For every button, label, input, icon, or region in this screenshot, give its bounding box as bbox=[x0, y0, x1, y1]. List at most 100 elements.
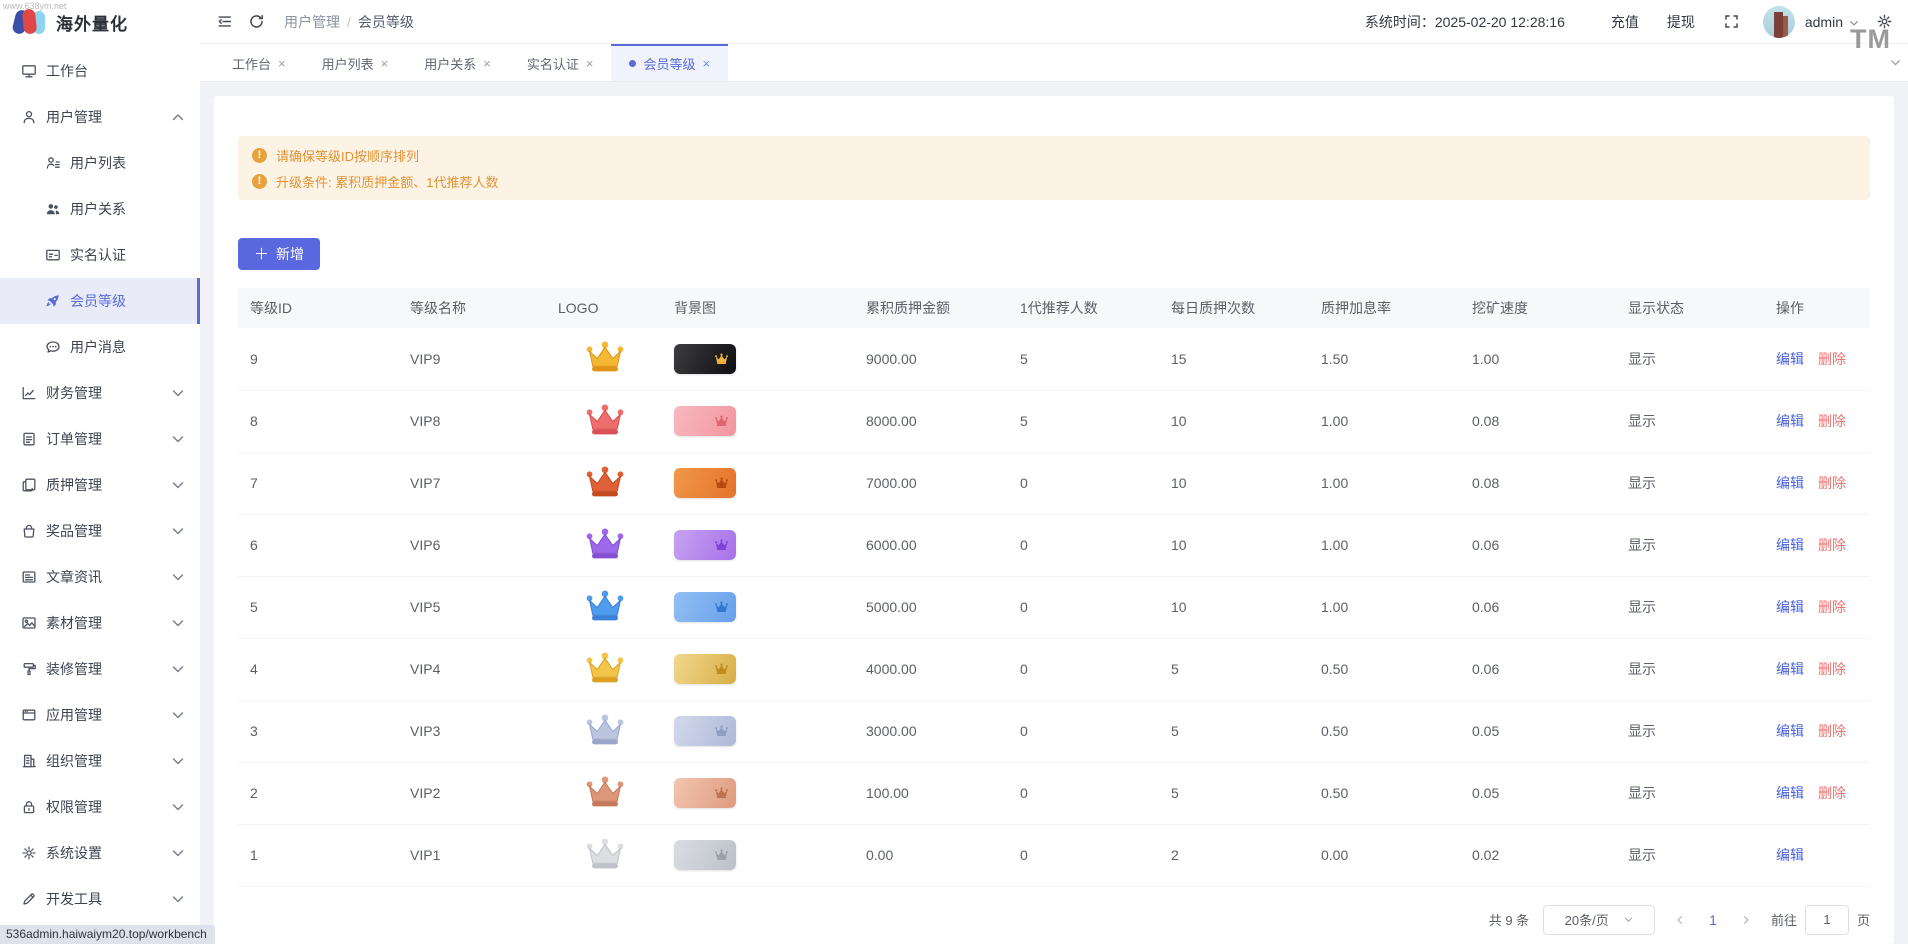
tab-workbench[interactable]: 工作台 × bbox=[214, 44, 304, 81]
edit-link[interactable]: 编辑 bbox=[1776, 723, 1804, 739]
image-icon bbox=[20, 615, 37, 632]
delete-link[interactable]: 删除 bbox=[1818, 785, 1846, 801]
referral-count: 5 bbox=[1008, 328, 1159, 391]
lock-icon bbox=[20, 799, 37, 816]
referral-count: 0 bbox=[1008, 514, 1159, 577]
monitor-icon bbox=[20, 63, 37, 80]
level-logo bbox=[584, 837, 626, 871]
chevron-down-icon bbox=[169, 891, 186, 908]
goto-page-input[interactable] bbox=[1804, 904, 1849, 935]
delete-link[interactable]: 删除 bbox=[1818, 351, 1846, 367]
row-actions: 编辑 删除 bbox=[1764, 762, 1870, 825]
main-region: 用户管理 / 会员等级 系统时间：2025-02-20 12:28:16 充值 提现… bbox=[200, 0, 1908, 944]
chip-crown-icon bbox=[715, 477, 728, 489]
mining-speed: 0.06 bbox=[1460, 514, 1616, 577]
edit-link[interactable]: 编辑 bbox=[1776, 785, 1804, 801]
page-size-select[interactable]: 20条/页 bbox=[1543, 904, 1656, 935]
sidebar-item-finance[interactable]: 财务管理 bbox=[0, 370, 200, 416]
column-header: 操作 bbox=[1764, 288, 1870, 328]
tab-real-name-auth[interactable]: 实名认证 × bbox=[509, 44, 612, 81]
recharge-button[interactable]: 充值 bbox=[1611, 12, 1639, 32]
tab-close-icon[interactable]: × bbox=[381, 56, 389, 71]
sidebar-item-materials[interactable]: 素材管理 bbox=[0, 600, 200, 646]
display-status: 显示 bbox=[1616, 700, 1764, 763]
delete-link[interactable]: 删除 bbox=[1818, 537, 1846, 553]
id-card-icon bbox=[44, 247, 61, 264]
tab-user-relations[interactable]: 用户关系 × bbox=[406, 44, 509, 81]
sidebar-item-apps[interactable]: 应用管理 bbox=[0, 692, 200, 738]
edit-link[interactable]: 编辑 bbox=[1776, 413, 1804, 429]
tabs: 工作台 × 用户列表 × 用户关系 × 实名认证 × 会员等级 × bbox=[200, 44, 729, 81]
add-level-button[interactable]: ＋ 新增 bbox=[238, 238, 321, 270]
delete-link[interactable]: 删除 bbox=[1818, 599, 1846, 615]
chip-crown-icon bbox=[715, 663, 728, 675]
tab-member-level[interactable]: 会员等级 × bbox=[611, 44, 729, 81]
edit-link[interactable]: 编辑 bbox=[1776, 537, 1804, 553]
edit-link[interactable]: 编辑 bbox=[1776, 661, 1804, 677]
top-header: 用户管理 / 会员等级 系统时间：2025-02-20 12:28:16 充值 提现… bbox=[200, 0, 1908, 44]
sidebar-item-settings[interactable]: 系统设置 bbox=[0, 830, 200, 876]
edit-link[interactable]: 编辑 bbox=[1776, 847, 1804, 863]
delete-link[interactable]: 删除 bbox=[1818, 723, 1846, 739]
column-header: 每日质押次数 bbox=[1159, 288, 1309, 328]
collapse-sidebar-icon[interactable] bbox=[216, 13, 234, 31]
warning-alert: ! 请确保等级ID按顺序排列 ! 升级条件: 累积质押金额、1代推荐人数 bbox=[238, 136, 1870, 200]
background-image-chip bbox=[674, 840, 736, 870]
current-page[interactable]: 1 bbox=[1705, 912, 1721, 928]
sidebar-item-permissions[interactable]: 权限管理 bbox=[0, 784, 200, 830]
sidebar-item-user-relations[interactable]: 用户关系 bbox=[0, 186, 200, 232]
edit-link[interactable]: 编辑 bbox=[1776, 475, 1804, 491]
chevron-down-icon bbox=[169, 845, 186, 862]
chevron-down-icon bbox=[169, 431, 186, 448]
pagination-total: 共 9 条 bbox=[1488, 913, 1530, 928]
refresh-icon[interactable] bbox=[248, 13, 266, 31]
sidebar-item-decoration[interactable]: 装修管理 bbox=[0, 646, 200, 692]
background-image-chip bbox=[674, 406, 736, 436]
chart-icon bbox=[20, 385, 37, 402]
sidebar-item-user-management[interactable]: 用户管理 bbox=[0, 94, 200, 140]
crown-icon bbox=[586, 403, 624, 434]
level-id: 3 bbox=[238, 700, 398, 763]
sidebar-item-user-list[interactable]: 用户列表 bbox=[0, 140, 200, 186]
display-status: 显示 bbox=[1616, 452, 1764, 515]
tab-close-icon[interactable]: × bbox=[483, 56, 491, 71]
tab-close-icon[interactable]: × bbox=[586, 56, 594, 71]
next-page-button[interactable] bbox=[1735, 906, 1757, 934]
sidebar-item-prizes[interactable]: 奖品管理 bbox=[0, 508, 200, 554]
chevron-down-icon bbox=[1624, 917, 1632, 922]
sidebar-item-user-messages[interactable]: 用户消息 bbox=[0, 324, 200, 370]
active-dot bbox=[629, 60, 637, 67]
column-header: 等级ID bbox=[238, 288, 398, 328]
content-area: ! 请确保等级ID按顺序排列 ! 升级条件: 累积质押金额、1代推荐人数 ＋ 新… bbox=[200, 82, 1908, 944]
breadcrumb-parent[interactable]: 用户管理 bbox=[284, 14, 340, 30]
tab-close-icon[interactable]: × bbox=[278, 56, 286, 71]
username[interactable]: admin bbox=[1805, 14, 1843, 30]
delete-link[interactable]: 删除 bbox=[1818, 413, 1846, 429]
prev-page-button[interactable] bbox=[1669, 906, 1691, 934]
crown-icon bbox=[586, 775, 624, 806]
interest-rate: 1.00 bbox=[1309, 576, 1460, 639]
sidebar-item-member-level[interactable]: 会员等级 bbox=[0, 278, 200, 324]
sidebar-item-workbench[interactable]: 工作台 bbox=[0, 48, 200, 94]
edit-link[interactable]: 编辑 bbox=[1776, 599, 1804, 615]
tab-close-icon[interactable]: × bbox=[702, 56, 710, 71]
background-image-chip bbox=[674, 716, 736, 746]
delete-link[interactable]: 删除 bbox=[1818, 475, 1846, 491]
level-row: 9 VIP9 9000.00 5 15 1.50 1.00 显示 编辑 删除 bbox=[238, 328, 1870, 391]
column-header: 质押加息率 bbox=[1309, 288, 1460, 328]
withdraw-button[interactable]: 提现 bbox=[1667, 12, 1695, 32]
sidebar-item-pledge[interactable]: 质押管理 bbox=[0, 462, 200, 508]
tab-user-list[interactable]: 用户列表 × bbox=[304, 44, 407, 81]
sidebar-item-articles[interactable]: 文章资讯 bbox=[0, 554, 200, 600]
background-image-chip bbox=[674, 468, 736, 498]
sidebar-item-orders[interactable]: 订单管理 bbox=[0, 416, 200, 462]
edit-link[interactable]: 编辑 bbox=[1776, 351, 1804, 367]
fullscreen-icon[interactable] bbox=[1723, 13, 1741, 31]
sidebar-item-organization[interactable]: 组织管理 bbox=[0, 738, 200, 784]
avatar[interactable] bbox=[1762, 5, 1795, 38]
level-name: VIP7 bbox=[398, 452, 546, 515]
user-icon bbox=[20, 109, 37, 126]
sidebar-item-dev-tools[interactable]: 开发工具 bbox=[0, 876, 200, 922]
delete-link[interactable]: 删除 bbox=[1818, 661, 1846, 677]
sidebar-item-real-name-auth[interactable]: 实名认证 bbox=[0, 232, 200, 278]
